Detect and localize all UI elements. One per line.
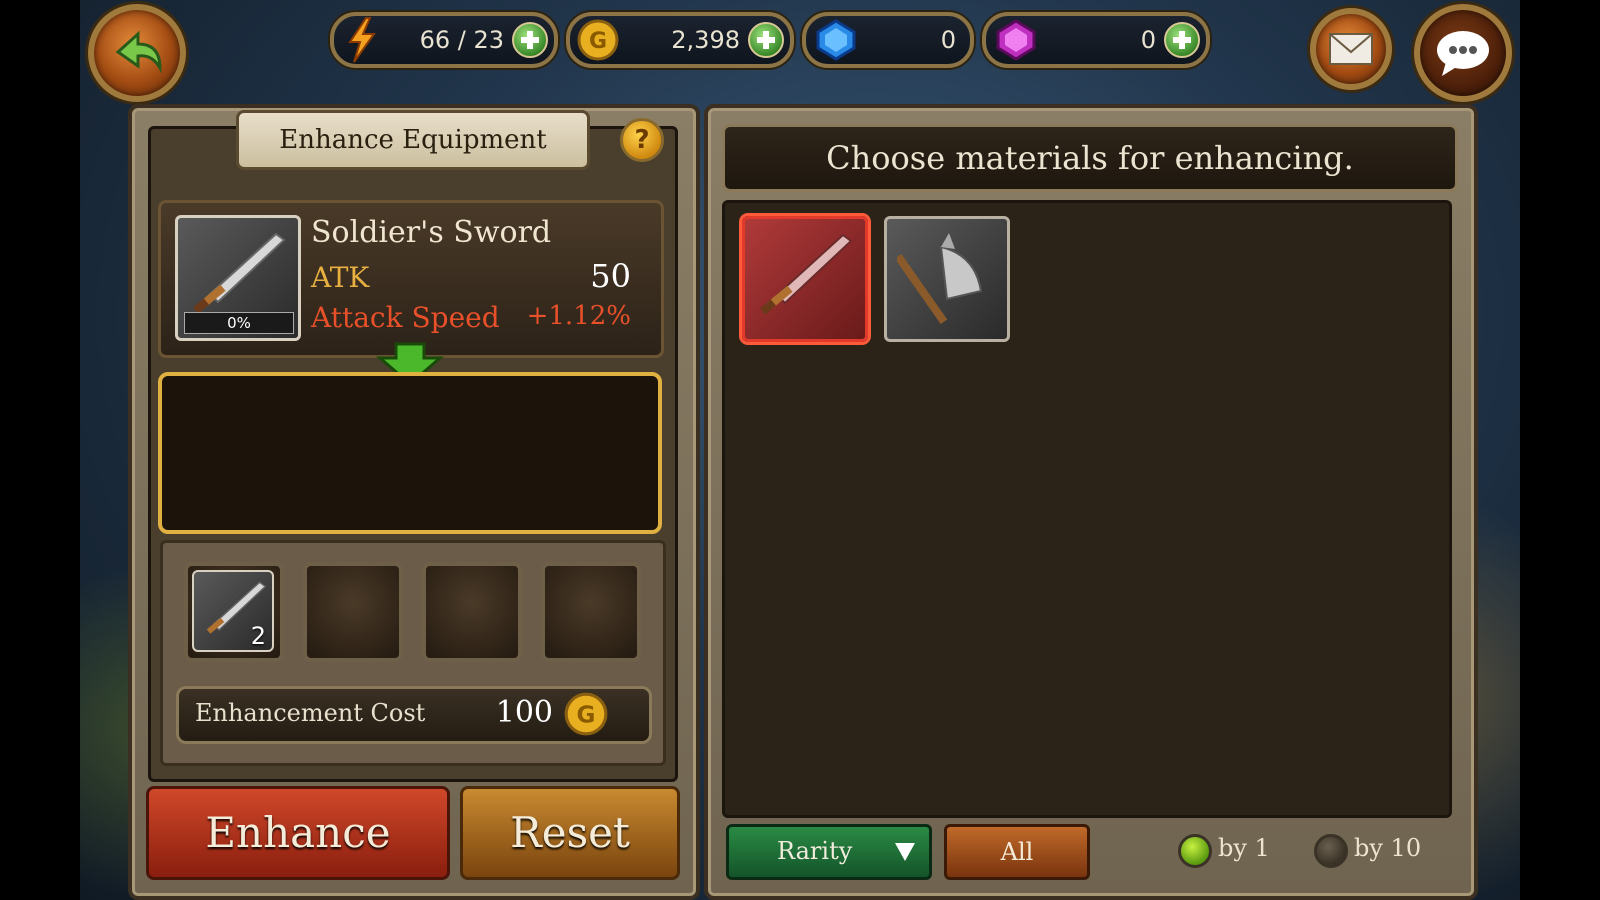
back-icon: [115, 30, 162, 74]
material-slot-1[interactable]: 2: [184, 562, 284, 662]
reset-button[interactable]: Reset: [460, 786, 680, 880]
item-progress-label: 0%: [227, 314, 251, 332]
axe-icon: [897, 233, 983, 325]
mail-button[interactable]: [1310, 8, 1392, 90]
purple-gem-value: 0: [1140, 26, 1156, 54]
rarity-label: Rarity: [777, 837, 853, 865]
material-sword[interactable]: [742, 216, 868, 342]
enhance-result-box: [158, 372, 662, 534]
category-all-button[interactable]: All: [944, 824, 1090, 880]
material-slot-3[interactable]: [422, 562, 522, 662]
lightning-icon: [348, 17, 376, 63]
enhancement-cost-value: 100: [495, 695, 553, 730]
back-button[interactable]: [88, 4, 186, 102]
mail-icon: [1329, 33, 1373, 65]
blue-gem-counter: 0: [802, 12, 974, 68]
material-slot-4[interactable]: [541, 562, 641, 662]
enhance-button[interactable]: Enhance: [146, 786, 450, 880]
atk-label: ATK: [311, 261, 370, 294]
game-screen: 66 / 23 G 2,398 0 0 Enhance Equipment ? …: [0, 0, 1600, 900]
gold-coin-icon: G: [564, 692, 608, 736]
letterbox-left: [0, 0, 80, 900]
selected-item-card: 0% Soldier's Sword ATK 50 Attack Speed +…: [158, 200, 664, 358]
material-slot-2[interactable]: [303, 562, 403, 662]
attack-speed-value: +1.12%: [526, 301, 631, 331]
blue-gem-icon: [816, 19, 856, 61]
item-thumbnail[interactable]: 0%: [175, 215, 301, 341]
sword-icon: [760, 233, 853, 315]
slot-1-item: 2: [192, 570, 274, 652]
slot-1-count: 2: [250, 622, 266, 650]
item-name: Soldier's Sword: [311, 215, 552, 250]
blue-gem-value: 0: [940, 26, 956, 54]
gold-counter: G 2,398: [566, 12, 794, 68]
gold-value: 2,398: [671, 26, 740, 54]
add-energy-button[interactable]: [512, 22, 548, 58]
by-10-radio[interactable]: [1314, 834, 1348, 868]
help-button[interactable]: ?: [620, 118, 664, 162]
rarity-dropdown[interactable]: Rarity: [726, 824, 932, 880]
letterbox-right: [1520, 0, 1600, 900]
energy-value: 66 / 23: [419, 26, 504, 54]
svg-text:G: G: [577, 702, 596, 728]
by-1-label: by 1: [1218, 834, 1270, 862]
energy-counter: 66 / 23: [330, 12, 558, 68]
enhance-title: Enhance Equipment: [236, 110, 590, 170]
materials-title: Choose materials for enhancing.: [722, 124, 1458, 192]
enhancement-cost-bar: Enhancement Cost 100 G: [176, 686, 652, 744]
chevron-down-icon: [895, 843, 915, 861]
chat-button[interactable]: [1414, 4, 1512, 102]
add-gold-button[interactable]: [748, 22, 784, 58]
purple-gem-counter: 0: [982, 12, 1210, 68]
svg-text:G: G: [589, 29, 607, 54]
add-purple-gem-button[interactable]: [1164, 22, 1200, 58]
sword-icon: [193, 232, 286, 314]
by-1-radio[interactable]: [1178, 834, 1212, 868]
chat-icon: [1437, 31, 1489, 76]
attack-speed-label: Attack Speed: [311, 301, 500, 334]
atk-value: 50: [590, 257, 631, 295]
by-10-label: by 10: [1354, 834, 1422, 862]
enhancement-cost-label: Enhancement Cost: [195, 699, 426, 727]
material-axe[interactable]: [884, 216, 1010, 342]
item-progress-bar: 0%: [184, 312, 294, 334]
purple-gem-icon: [996, 19, 1036, 61]
gold-coin-icon: G: [577, 19, 619, 61]
